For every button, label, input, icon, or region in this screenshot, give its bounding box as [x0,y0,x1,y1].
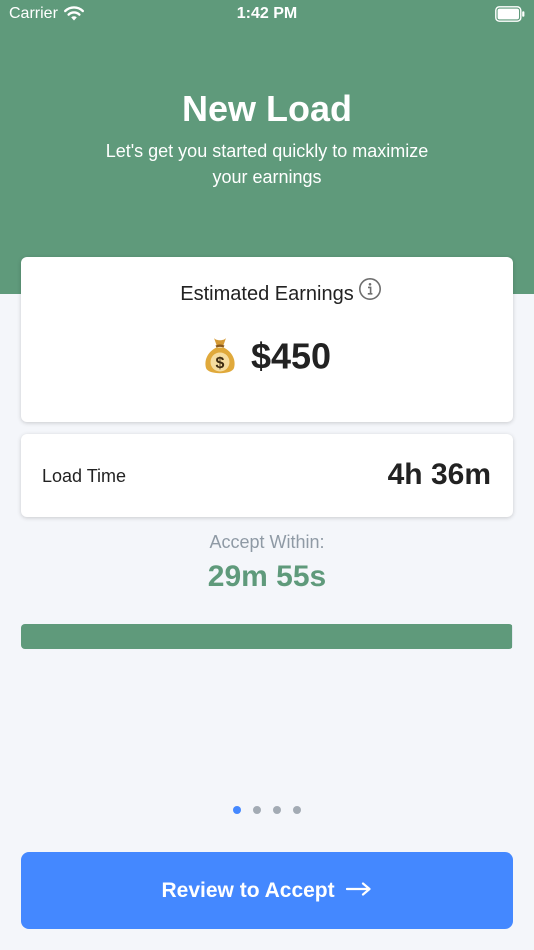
money-bag-icon: $ [205,338,235,374]
estimated-earnings-card: Estimated Earnings $ $450 [21,257,513,422]
review-to-accept-label: Review to Accept [161,879,335,902]
page-dot[interactable] [293,806,301,814]
page-indicator [0,806,534,814]
load-time-value: 4h 36m [387,458,491,491]
earnings-value-row: $ $450 [21,333,513,377]
estimated-earnings-label: Estimated Earnings [180,283,354,305]
page-dot[interactable] [273,806,281,814]
countdown-progress-fill [21,624,513,649]
page-dot[interactable] [233,806,241,814]
header-banner: Carrier 1:42 PM New Load Let's get you s… [0,0,534,294]
page-dot[interactable] [253,806,261,814]
battery-icon [495,6,525,22]
info-icon[interactable] [358,277,382,301]
status-time: 1:42 PM [236,5,298,22]
load-time-label: Load Time [42,466,127,486]
page-title: New Load [181,88,352,129]
accept-within-label: Accept Within: [209,532,325,552]
review-to-accept-button[interactable]: Review to Accept [21,852,513,929]
status-bar: Carrier 1:42 PM [0,0,534,30]
page-subtitle: Let's get you started quickly to maximiz… [105,141,429,187]
arrow-right-icon [346,882,372,897]
svg-text:$: $ [215,355,224,372]
load-time-card: Load Time 4h 36m [21,434,513,517]
countdown-progress-bar [21,624,513,649]
accept-countdown: 29m 55s [207,560,327,593]
earnings-amount: $450 [250,335,332,377]
